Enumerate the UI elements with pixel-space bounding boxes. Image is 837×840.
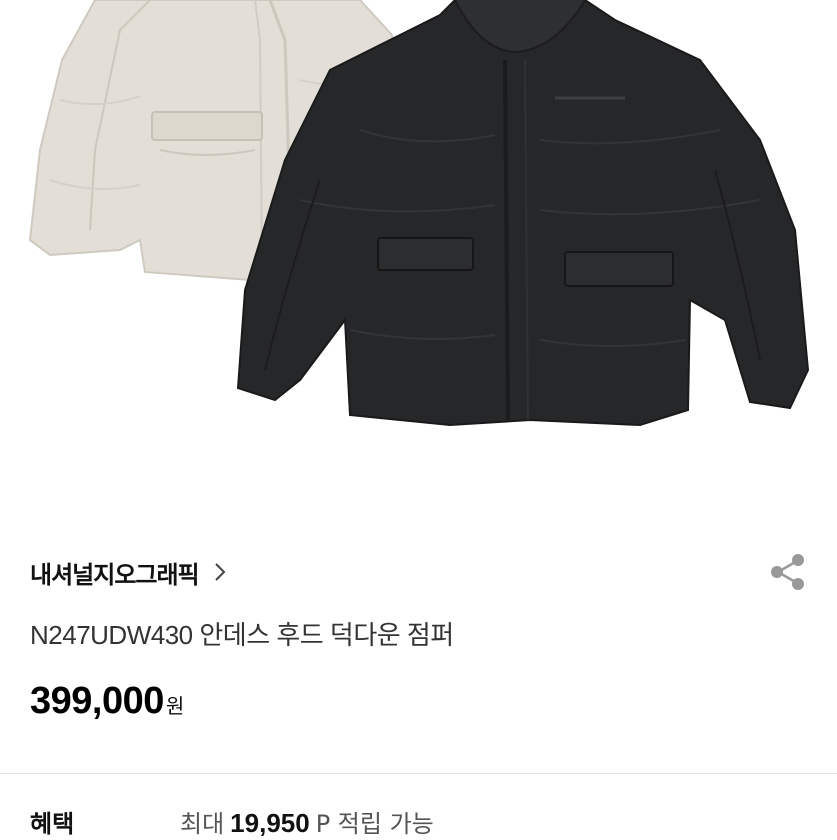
brand-link[interactable]: 내셔널지오그래픽 — [30, 556, 227, 589]
benefit-label: 혜택 — [30, 810, 75, 838]
benefit-suffix: P 적립 가능 — [315, 810, 434, 838]
jacket-photo — [28, 0, 810, 427]
share-button[interactable] — [766, 550, 810, 594]
share-icon — [766, 554, 810, 598]
price-unit: 원 — [165, 694, 185, 718]
brand-row: 내셔널지오그래픽 — [30, 548, 810, 596]
benefit-row: 혜택 최대 19,950 P 적립 가능 — [30, 800, 810, 840]
benefit-text: 최대 19,950 P 적립 가능 — [180, 804, 434, 839]
divider — [0, 773, 837, 774]
chevron-right-icon — [213, 562, 227, 582]
product-image[interactable] — [0, 0, 837, 500]
brand-name: 내셔널지오그래픽 — [30, 560, 200, 589]
product-title: N247UDW430 안데스 후드 덕다운 점퍼 — [30, 620, 454, 650]
benefit-points: 19,950 — [230, 808, 310, 838]
price-row: 399,000 원 — [30, 680, 184, 723]
price-value: 399,000 — [30, 680, 164, 722]
benefit-prefix: 최대 — [180, 810, 225, 838]
